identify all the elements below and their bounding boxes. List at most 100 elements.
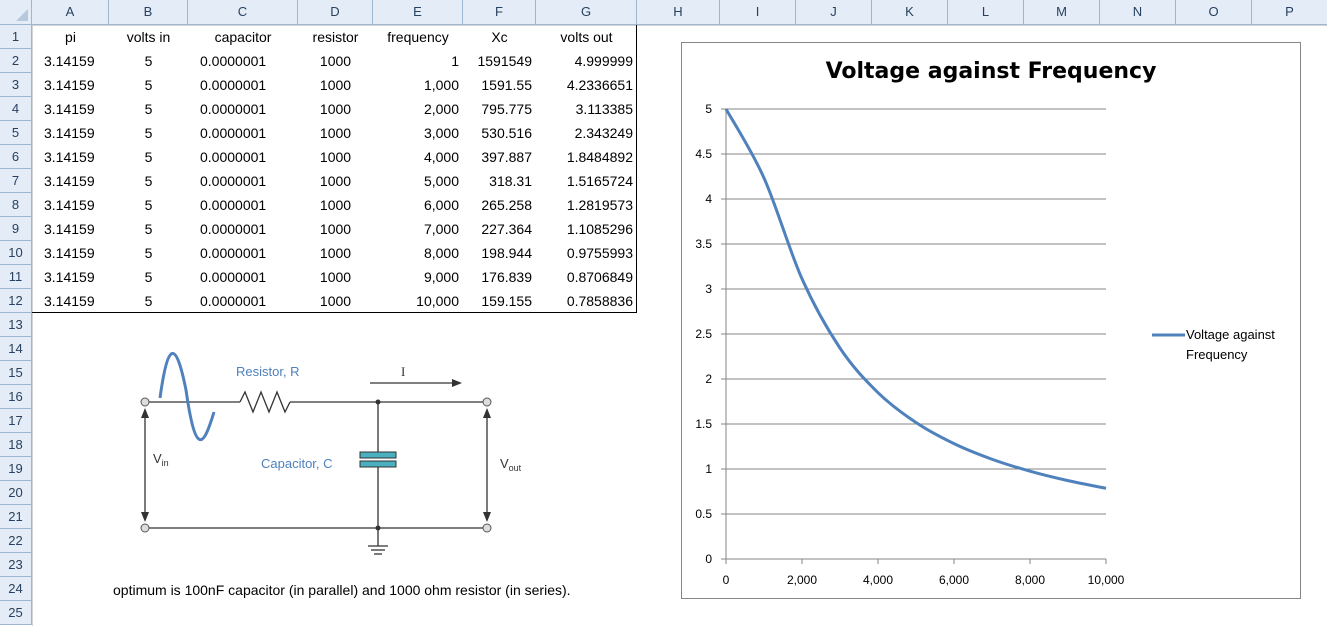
table-cell[interactable]: 5 [109,217,188,241]
table-cell[interactable]: 1,000 [373,73,463,97]
row-header-1[interactable]: 1 [0,25,32,49]
column-header-n[interactable]: N [1100,0,1176,25]
table-cell[interactable]: 1591.55 [463,73,536,97]
column-header-p[interactable]: P [1252,0,1327,25]
table-cell[interactable]: 0.0000001 [188,73,298,97]
table-cell[interactable]: 3.14159 [32,73,109,97]
table-cell[interactable]: 1 [373,49,463,73]
row-header-5[interactable]: 5 [0,121,32,145]
table-cell[interactable]: 0.0000001 [188,121,298,145]
table-cell[interactable]: 3.14159 [32,169,109,193]
table-cell[interactable]: 265.258 [463,193,536,217]
row-header-22[interactable]: 22 [0,529,32,553]
table-cell[interactable]: 198.944 [463,241,536,265]
table-cell[interactable]: 10,000 [373,289,463,313]
table-cell[interactable]: 1000 [298,97,373,121]
table-cell[interactable]: 1000 [298,193,373,217]
row-header-3[interactable]: 3 [0,73,32,97]
table-cell[interactable]: 3.14159 [32,145,109,169]
column-header-c[interactable]: C [188,0,298,25]
column-header-m[interactable]: M [1024,0,1100,25]
table-cell[interactable]: 5 [109,97,188,121]
select-all-corner[interactable] [0,0,32,25]
spreadsheet[interactable]: ABCDEFGHIJKLMNOP 1 2 3 4 5 6 7 8 9 10 11 12 13 14 15 16… [0,0,1327,626]
table-cell[interactable]: 4,000 [373,145,463,169]
table-cell[interactable]: 2.343249 [536,121,637,145]
table-cell[interactable]: 1000 [298,121,373,145]
table-cell[interactable]: 1.2819573 [536,193,637,217]
row-header-9[interactable]: 9 [0,217,32,241]
header-cell[interactable]: resistor [298,25,373,49]
table-cell[interactable]: 397.887 [463,145,536,169]
table-cell[interactable]: 159.155 [463,289,536,313]
table-cell[interactable]: 1000 [298,241,373,265]
table-cell[interactable]: 3.14159 [32,241,109,265]
table-cell[interactable]: 1.8484892 [536,145,637,169]
table-cell[interactable]: 0.8706849 [536,265,637,289]
row-header-13[interactable]: 13 [0,313,32,337]
table-cell[interactable]: 3.14159 [32,121,109,145]
header-cell[interactable]: frequency [373,25,463,49]
table-cell[interactable]: 3.113385 [536,97,637,121]
table-cell[interactable]: 1591549 [463,49,536,73]
table-cell[interactable]: 2,000 [373,97,463,121]
row-header-23[interactable]: 23 [0,553,32,577]
row-header-19[interactable]: 19 [0,457,32,481]
table-cell[interactable]: 4.999999 [536,49,637,73]
line-chart[interactable]: Voltage against Frequency 0 0.5 1 1.5 2 2.5 3 3… [681,42,1301,599]
header-cell[interactable]: Xc [463,25,536,49]
table-cell[interactable]: 5 [109,49,188,73]
table-cell[interactable]: 0.0000001 [188,145,298,169]
row-header-4[interactable]: 4 [0,97,32,121]
row-header-12[interactable]: 12 [0,289,32,313]
table-cell[interactable]: 0.0000001 [188,49,298,73]
table-cell[interactable]: 1000 [298,49,373,73]
row-header-16[interactable]: 16 [0,385,32,409]
table-cell[interactable]: 0.0000001 [188,193,298,217]
table-cell[interactable]: 5 [109,241,188,265]
column-header-i[interactable]: I [720,0,796,25]
table-cell[interactable]: 5 [109,193,188,217]
table-cell[interactable]: 1.1085296 [536,217,637,241]
row-header-17[interactable]: 17 [0,409,32,433]
table-cell[interactable]: 1000 [298,217,373,241]
row-header-11[interactable]: 11 [0,265,32,289]
table-cell[interactable]: 1.5165724 [536,169,637,193]
table-cell[interactable]: 9,000 [373,265,463,289]
column-header-f[interactable]: F [463,0,536,25]
table-cell[interactable]: 7,000 [373,217,463,241]
column-header-a[interactable]: A [32,0,109,25]
table-cell[interactable]: 3,000 [373,121,463,145]
row-header-14[interactable]: 14 [0,337,32,361]
table-cell[interactable]: 3.14159 [32,97,109,121]
row-header-20[interactable]: 20 [0,481,32,505]
table-cell[interactable]: 530.516 [463,121,536,145]
table-cell[interactable]: 227.364 [463,217,536,241]
table-cell[interactable]: 176.839 [463,265,536,289]
row-header-10[interactable]: 10 [0,241,32,265]
table-cell[interactable]: 5 [109,121,188,145]
table-cell[interactable]: 1000 [298,289,373,313]
table-cell[interactable]: 0.9755993 [536,241,637,265]
row-header-25[interactable]: 25 [0,601,32,625]
column-header-e[interactable]: E [373,0,463,25]
column-header-g[interactable]: G [536,0,637,25]
row-header-8[interactable]: 8 [0,193,32,217]
table-cell[interactable]: 0.0000001 [188,265,298,289]
table-cell[interactable]: 5 [109,169,188,193]
table-cell[interactable]: 3.14159 [32,289,109,313]
column-header-o[interactable]: O [1176,0,1252,25]
table-cell[interactable]: 0.0000001 [188,217,298,241]
table-cell[interactable]: 318.31 [463,169,536,193]
row-header-6[interactable]: 6 [0,145,32,169]
header-cell[interactable]: volts in [109,25,188,49]
table-cell[interactable]: 0.0000001 [188,289,298,313]
column-header-d[interactable]: D [298,0,373,25]
table-cell[interactable]: 795.775 [463,97,536,121]
column-header-k[interactable]: K [872,0,948,25]
header-cell[interactable]: pi [32,25,109,49]
table-cell[interactable]: 1000 [298,265,373,289]
table-cell[interactable]: 5 [109,73,188,97]
table-cell[interactable]: 0.0000001 [188,169,298,193]
table-cell[interactable]: 8,000 [373,241,463,265]
